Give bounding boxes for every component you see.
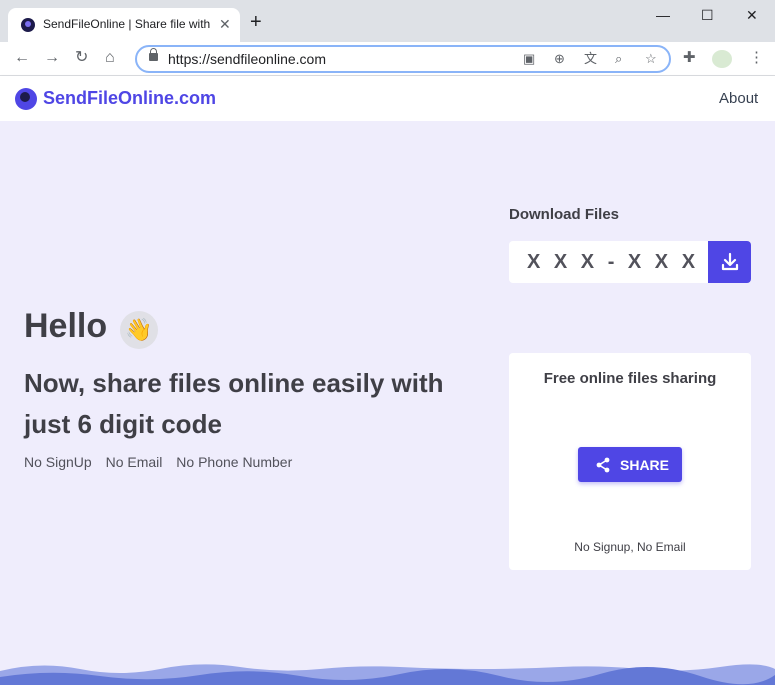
minimize-button[interactable]: —: [656, 6, 670, 24]
maximize-button[interactable]: ☐: [701, 6, 714, 24]
feature-list: No SignUp No Email No Phone Number: [24, 454, 302, 470]
more-menu-icon[interactable]: ⋮: [749, 50, 764, 66]
reload-button[interactable]: ↻: [75, 48, 88, 68]
share-card-title: Free online files sharing: [543, 370, 717, 387]
lock-icon: [149, 48, 158, 61]
download-button[interactable]: [708, 241, 751, 283]
translate-icon[interactable]: 文: [584, 51, 597, 67]
download-title: Download Files: [509, 206, 620, 223]
close-tab-icon[interactable]: ✕: [219, 16, 231, 32]
hero-headline: Now, share files online easily with just…: [24, 368, 444, 439]
browser-toolbar: ← → ↻ ⌂ https://sendfileonline.com ▣ ⊕ 文…: [0, 42, 775, 76]
url-text[interactable]: https://sendfileonline.com: [168, 51, 326, 67]
forward-button[interactable]: →: [44, 48, 60, 68]
download-code-input[interactable]: [509, 241, 708, 283]
tab-title: SendFileOnline | Share file with: [43, 17, 211, 31]
address-bar[interactable]: https://sendfileonline.com ▣ ⊕ 文 ⌕ ☆: [135, 45, 671, 73]
browser-titlebar: SendFileOnline | Share file with ✕ + — ☐…: [0, 0, 775, 42]
main-content: Hello 👋 Now, share files online easily w…: [0, 121, 775, 685]
about-link[interactable]: About: [719, 90, 758, 107]
feature-item: No Phone Number: [176, 454, 293, 470]
zoom-icon[interactable]: ⌕: [615, 51, 622, 67]
feature-item: No SignUp: [24, 454, 92, 470]
share-button[interactable]: SHARE: [578, 447, 682, 482]
install-icon[interactable]: ⊕: [554, 51, 565, 67]
extensions-puzzle-icon[interactable]: ✚: [683, 50, 696, 66]
back-button[interactable]: ←: [14, 48, 30, 68]
site-favicon-icon: [21, 18, 35, 32]
home-button[interactable]: ⌂: [105, 48, 115, 68]
download-icon: [721, 252, 739, 271]
share-card: Free online files sharing SHARE No Signu…: [509, 353, 751, 570]
feature-item: No Email: [105, 454, 163, 470]
new-tab-button[interactable]: +: [250, 12, 262, 32]
close-window-button[interactable]: ✕: [746, 6, 758, 24]
logo-icon: [15, 88, 37, 110]
share-button-label: SHARE: [620, 457, 670, 473]
waving-hand-icon: 👋: [120, 311, 158, 349]
wave-decoration: [0, 664, 775, 685]
site-header: SendFileOnline.com About: [0, 76, 775, 121]
bookmark-star-icon[interactable]: ☆: [645, 51, 657, 67]
profile-avatar[interactable]: [712, 50, 732, 68]
hero-greeting: Hello: [24, 307, 108, 345]
share-icon: [596, 457, 610, 473]
browser-tab[interactable]: SendFileOnline | Share file with ✕: [8, 8, 240, 42]
site-logo[interactable]: SendFileOnline.com: [43, 88, 216, 109]
qr-code-icon[interactable]: ▣: [523, 51, 535, 67]
share-card-footer: No Signup, No Email: [574, 540, 686, 554]
